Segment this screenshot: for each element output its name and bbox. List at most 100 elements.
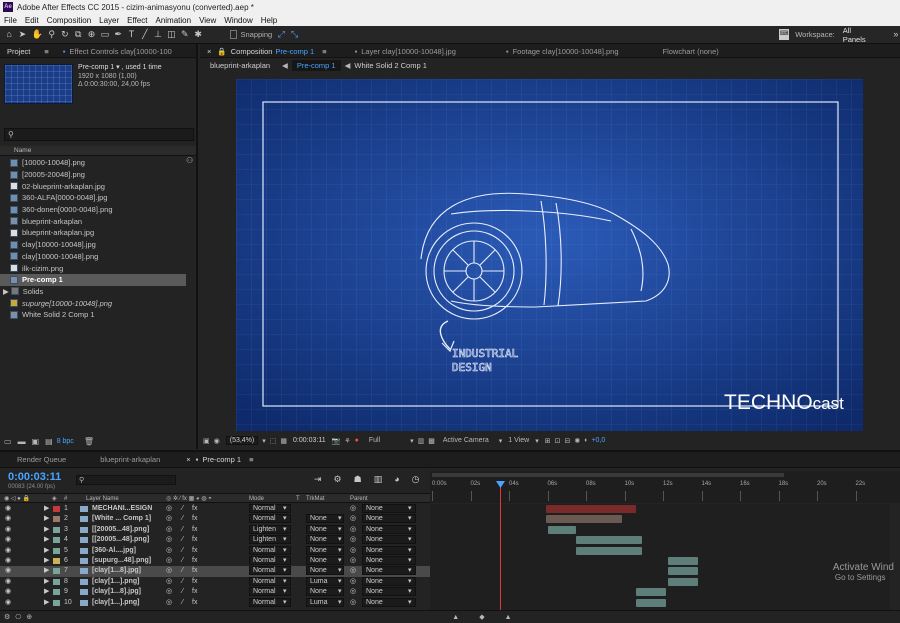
quality-switch-icon[interactable]: ⁄ [182, 566, 183, 576]
expand-switches-icon[interactable]: ⚙ [4, 613, 10, 621]
layer-row[interactable]: ◉ ▶ 7 [clay[1...8].jpg] ◎ ⁄ fx Normal ▾ None ▾ ◎ Non… [0, 566, 430, 577]
expand-stretch-icon[interactable]: ⊕ [26, 613, 32, 621]
expand-modes-icon[interactable]: ⎔ [15, 613, 21, 621]
camera-select[interactable]: Active Camera [443, 437, 489, 444]
parent-pickwhip-icon[interactable]: ◎ [350, 566, 356, 576]
chevron-down-icon[interactable]: ▾ [408, 525, 412, 535]
breadcrumb-item[interactable]: blueprint-arkaplan [210, 61, 270, 70]
comp-mini-flowchart-icon[interactable]: ⇥ [314, 474, 322, 485]
label-color-swatch[interactable] [53, 547, 60, 554]
composition-viewer[interactable]: INDUSTRIAL DESIGN TECHNOcast [236, 79, 863, 431]
label-color-swatch[interactable] [53, 558, 60, 564]
layer-row[interactable]: ◉ ▶ 6 [supurg...48].png] ◎ ⁄ fx Normal ▾ None ▾ ◎ No… [0, 556, 430, 566]
layer-duration-bar[interactable] [546, 505, 636, 513]
shy-switch-icon[interactable]: ◎ [166, 587, 172, 597]
chevron-down-icon[interactable]: ▾ [408, 587, 412, 597]
shy-switch-icon[interactable]: ◎ [166, 577, 172, 587]
project-item[interactable]: ilk-cizim.png [0, 262, 186, 274]
project-item[interactable]: clay[10000-10048].jpg [0, 239, 186, 251]
parent-pickwhip-icon[interactable]: ◎ [350, 504, 356, 514]
label-color-swatch[interactable] [53, 599, 60, 606]
trash-icon[interactable]: 🗑 [84, 437, 94, 446]
chevron-down-icon[interactable]: ▾ [408, 577, 412, 587]
chevron-down-icon[interactable]: ▾ [408, 535, 412, 545]
panel-menu-icon[interactable]: ≡ [322, 47, 326, 56]
chevron-down-icon[interactable]: ▾ [408, 598, 412, 608]
draft-3d-icon[interactable]: ⚙ [334, 474, 342, 485]
layer-name[interactable]: [[20005...48].png] [92, 535, 149, 545]
project-item[interactable]: [10000-10048].png [0, 157, 186, 169]
menu-layer[interactable]: Layer [99, 16, 119, 25]
parent-pickwhip-icon[interactable]: ◎ [350, 525, 356, 535]
effect-switch-icon[interactable]: fx [192, 556, 197, 566]
home-icon[interactable]: ⌂ [5, 29, 13, 40]
parent-pickwhip-icon[interactable]: ◎ [350, 587, 356, 597]
chevron-down-icon[interactable]: ▾ [408, 546, 412, 556]
layer-row[interactable]: ◉ ▶ 4 [[20005...48].png] ◎ ⁄ fx Lighten ▾ None ▾ ◎ N… [0, 535, 430, 545]
visibility-eye-icon[interactable]: ◉ [5, 577, 11, 587]
chevron-down-icon[interactable]: ▾ [338, 535, 342, 545]
layer-name[interactable]: [clay[1...].png] [92, 598, 139, 608]
new-folder-icon[interactable]: ▬ [18, 437, 26, 446]
zoom-in-icon[interactable]: ▲ [505, 614, 512, 621]
exposure-icon[interactable]: ◐ [584, 437, 588, 444]
quality-switch-icon[interactable]: ⁄ [182, 556, 183, 566]
layer-duration-bar[interactable] [548, 525, 576, 534]
layer-row[interactable]: ◉ ▶ 8 [clay[1...].png] ◎ ⁄ fx Normal ▾ Luma ▾ ◎ None… [0, 576, 430, 587]
shy-switch-icon[interactable]: ◎ [166, 556, 172, 566]
timeline-search-input[interactable]: ⚲ [76, 475, 176, 485]
hand-tool-icon[interactable]: ✋ [32, 29, 43, 40]
menu-help[interactable]: Help [261, 16, 277, 25]
layer-name-header[interactable]: Layer Name [86, 494, 119, 504]
chevron-down-icon[interactable]: ▾ [283, 535, 287, 545]
visibility-eye-icon[interactable]: ◉ [5, 504, 11, 514]
effect-switch-icon[interactable]: fx [192, 535, 197, 545]
chevron-down-icon[interactable]: ▾ [262, 437, 266, 445]
shy-switch-icon[interactable]: ◎ [166, 525, 172, 535]
tab-project[interactable]: Project ≡ [0, 44, 56, 58]
pen-tool-icon[interactable]: ✒ [114, 29, 122, 40]
always-preview-icon[interactable]: ▣ [203, 437, 210, 445]
layer-duration-bar[interactable] [576, 536, 642, 545]
breadcrumb-item[interactable]: White Solid 2 Comp 1 [354, 61, 427, 70]
chevron-down-icon[interactable]: ▾ [338, 577, 342, 587]
effect-switch-icon[interactable]: fx [192, 514, 197, 524]
project-column-header[interactable]: Name [0, 146, 196, 156]
menu-file[interactable]: File [4, 16, 17, 25]
tab-flowchart[interactable]: Flowchart (none) [656, 44, 726, 58]
layer-name[interactable]: [supurg...48].png] [92, 556, 151, 566]
disclosure-triangle-icon[interactable]: ▶ [44, 587, 49, 597]
visibility-eye-icon[interactable]: ◉ [5, 535, 11, 545]
layer-duration-bar[interactable] [668, 577, 698, 586]
selection-tool-icon[interactable]: ➤ [18, 29, 27, 40]
chevron-down-icon[interactable]: ▾ [338, 598, 342, 608]
label-color-swatch[interactable] [53, 506, 60, 512]
project-search-input[interactable]: ⚲ [4, 128, 194, 141]
roto-brush-tool-icon[interactable]: ✎ [181, 29, 189, 40]
panel-menu-icon[interactable]: ≡ [44, 47, 48, 56]
chevron-down-icon[interactable]: ▾ [283, 577, 287, 587]
effect-switch-icon[interactable]: fx [192, 525, 197, 535]
menu-effect[interactable]: Effect [127, 16, 147, 25]
chevron-down-icon[interactable]: ▾ [338, 556, 342, 566]
layer-row[interactable]: ◉ ▶ 2 [White ... Comp 1] ◎ ⁄ fx Normal ▾ None ▾ ◎ No… [0, 514, 430, 524]
layer-duration-bar[interactable] [668, 567, 698, 576]
layer-duration-bar[interactable] [636, 598, 666, 607]
project-item[interactable]: 02-blueprint-arkaplan.jpg [0, 180, 186, 192]
chevron-down-icon[interactable]: ▾ [283, 566, 287, 576]
effect-switch-icon[interactable]: fx [192, 504, 197, 514]
transparency-grid-icon[interactable]: ▦ [280, 437, 287, 445]
parent-pickwhip-icon[interactable]: ◎ [350, 535, 356, 545]
reset-exposure-icon[interactable]: ✺ [574, 437, 580, 445]
exposure-value[interactable]: +0,0 [591, 437, 605, 444]
parent-pickwhip-icon[interactable]: ◎ [350, 598, 356, 608]
quality-switch-icon[interactable]: ⁄ [182, 525, 183, 535]
layer-name[interactable]: [White ... Comp 1] [92, 514, 151, 524]
label-color-swatch[interactable] [53, 537, 60, 544]
shy-switch-icon[interactable]: ◎ [166, 566, 172, 576]
parent-pickwhip-icon[interactable]: ◎ [350, 556, 356, 566]
quality-switch-icon[interactable]: ⁄ [182, 598, 183, 608]
zoom-slider-icon[interactable]: ◆ [479, 613, 484, 621]
work-area-bar[interactable] [432, 473, 784, 477]
snap-feature-icon[interactable]: ⤡ [290, 29, 298, 40]
